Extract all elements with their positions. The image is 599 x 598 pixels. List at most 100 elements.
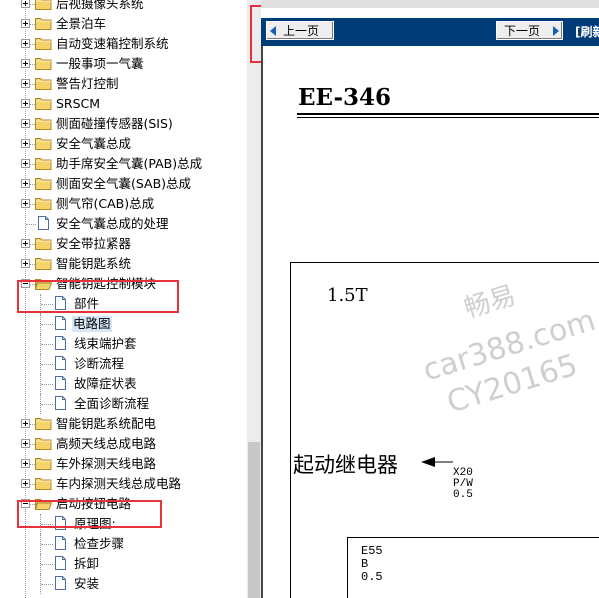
expand-plus-icon[interactable] xyxy=(21,19,30,28)
starter-relay-label: 起动继电器 xyxy=(293,453,398,477)
tree-item-label: 侧面安全气囊(SAB)总成 xyxy=(56,176,192,191)
folder-open-icon xyxy=(35,279,52,290)
expand-plus-icon[interactable] xyxy=(21,99,30,108)
expand-plus-icon[interactable] xyxy=(21,179,30,188)
tree-connector-line xyxy=(41,544,53,545)
tree-item-label: 安全气囊总成 xyxy=(56,136,132,151)
expand-plus-icon[interactable] xyxy=(21,199,30,208)
tree-item-label: 侧气帘(CAB)总成 xyxy=(56,196,155,211)
wire-code: E55 xyxy=(361,544,383,558)
document-icon xyxy=(55,316,66,330)
tree-connector-line xyxy=(41,584,53,585)
next-page-label: 下一页 xyxy=(504,24,541,38)
arrow-right-icon xyxy=(553,26,559,36)
expand-plus-icon[interactable] xyxy=(21,39,30,48)
previous-page-button[interactable]: 上一页 xyxy=(266,21,334,40)
tree-item-label: 全面诊断流程 xyxy=(74,396,150,411)
expand-plus-icon[interactable] xyxy=(21,459,30,468)
tree-child-item[interactable]: 电路图 xyxy=(0,314,247,334)
tree-child-item[interactable]: 检查步骤 xyxy=(0,534,247,554)
document-icon xyxy=(55,376,66,390)
tree-item-label: 诊断流程 xyxy=(74,356,125,371)
tree-child-item[interactable]: 部件 xyxy=(0,294,247,314)
tree-item[interactable]: 警告灯控制 xyxy=(0,74,247,94)
navigation-tree[interactable]: 后视摄像头系统 全景泊车 自动变速箱控制系统 一般事项一气囊 警告灯控制 SRSCM 侧面碰… xyxy=(0,0,247,598)
tree-item[interactable]: 安全气囊总成 xyxy=(0,134,247,154)
tree-item[interactable]: 后视摄像头系统 xyxy=(0,0,247,14)
tree-item-label: 智能钥匙系统配电 xyxy=(56,416,157,431)
expand-plus-icon[interactable] xyxy=(21,119,30,128)
document-icon xyxy=(55,556,66,570)
document-icon xyxy=(55,536,66,550)
expand-plus-icon[interactable] xyxy=(21,159,30,168)
expand-plus-icon[interactable] xyxy=(21,139,30,148)
tree-scrollbar[interactable] xyxy=(247,0,261,598)
tree-item-label: 高频天线总成电路 xyxy=(56,436,157,451)
expand-plus-icon[interactable] xyxy=(21,479,30,488)
tree-item-label: 车内探测天线总成电路 xyxy=(56,476,182,491)
tree-child-item[interactable]: 故障症状表 xyxy=(0,374,247,394)
collapse-minus-icon[interactable] xyxy=(21,499,30,508)
tree-item[interactable]: 安全带拉紧器 xyxy=(0,234,247,254)
tree-item-label: 车外探测天线电路 xyxy=(56,456,157,471)
expand-plus-icon[interactable] xyxy=(21,239,30,248)
expand-plus-icon[interactable] xyxy=(21,79,30,88)
folder-open-icon xyxy=(35,499,52,510)
collapse-minus-icon[interactable] xyxy=(21,279,30,288)
tree-child-item[interactable]: 安装 xyxy=(0,574,247,594)
tree-item-label: 检查步骤 xyxy=(74,536,125,551)
tree-item[interactable]: 智能钥匙系统配电 xyxy=(0,414,247,434)
tree-item-label: 智能钥匙控制模块 xyxy=(56,276,157,291)
tree-connector-line xyxy=(41,524,53,525)
tree-item[interactable]: SRSCM xyxy=(0,94,247,114)
tree-item[interactable]: 一般事项一气囊 xyxy=(0,54,247,74)
folder-icon xyxy=(35,78,52,90)
document-icon xyxy=(38,216,49,230)
tree-item[interactable]: 车内探测天线总成电路 xyxy=(0,474,247,494)
expand-plus-icon[interactable] xyxy=(21,439,30,448)
folder-icon xyxy=(35,58,52,70)
tree-item[interactable]: 侧面碰撞传感器(SIS) xyxy=(0,114,247,134)
tree-child-item[interactable]: 原理图: xyxy=(0,514,247,534)
tree-child-item[interactable]: 诊断流程 xyxy=(0,354,247,374)
folder-icon xyxy=(35,198,52,210)
expand-plus-icon[interactable] xyxy=(21,0,30,8)
tree-item[interactable]: 全景泊车 xyxy=(0,14,247,34)
document-icon xyxy=(55,356,66,370)
tree-item[interactable]: 侧气帘(CAB)总成 xyxy=(0,194,247,214)
tree-item[interactable]: 启动按钮电路 xyxy=(0,494,247,514)
refresh-link[interactable]: [刷新 xyxy=(575,23,599,40)
tree-item-label: 安装 xyxy=(74,576,100,591)
folder-icon xyxy=(35,458,52,470)
document-icon xyxy=(55,516,66,530)
folder-icon xyxy=(35,478,52,490)
tree-scrollbar-thumb[interactable] xyxy=(248,442,260,598)
tree-connector-line xyxy=(41,344,53,345)
tree-connector-line xyxy=(41,364,53,365)
expand-plus-icon[interactable] xyxy=(21,419,30,428)
tree-item[interactable]: 车外探测天线电路 xyxy=(0,454,247,474)
document-viewer: 上一页 下一页 [刷新 EE-346 1.5T 畅易 car388.com CY… xyxy=(261,0,599,598)
tree-child-item[interactable]: 线束端护套 xyxy=(0,334,247,354)
page-navigation-bar: 上一页 下一页 [刷新 xyxy=(261,18,599,46)
tree-item[interactable]: 安全气囊总成的处理 xyxy=(0,214,247,234)
tree-item[interactable]: 智能钥匙系统 xyxy=(0,254,247,274)
expand-plus-icon[interactable] xyxy=(21,59,30,68)
tree-item-label: 安全带拉紧器 xyxy=(56,236,132,251)
next-page-button[interactable]: 下一页 xyxy=(496,21,563,40)
expand-plus-icon[interactable] xyxy=(21,259,30,268)
tree-item[interactable]: 智能钥匙控制模块 xyxy=(0,274,247,294)
document-icon xyxy=(55,336,66,350)
document-toolbar xyxy=(261,0,599,8)
tree-child-item[interactable]: 全面诊断流程 xyxy=(0,394,247,414)
tree-item[interactable]: 自动变速箱控制系统 xyxy=(0,34,247,54)
folder-icon xyxy=(35,158,52,170)
connector-box xyxy=(347,537,599,598)
tree-item[interactable]: 助手席安全气囊(PAB)总成 xyxy=(0,154,247,174)
tree-connector-line xyxy=(41,324,53,325)
wire-gauge: 0.5 xyxy=(453,489,473,501)
arrow-left-icon xyxy=(421,457,453,467)
tree-item[interactable]: 侧面安全气囊(SAB)总成 xyxy=(0,174,247,194)
tree-child-item[interactable]: 拆卸 xyxy=(0,554,247,574)
tree-item[interactable]: 高频天线总成电路 xyxy=(0,434,247,454)
